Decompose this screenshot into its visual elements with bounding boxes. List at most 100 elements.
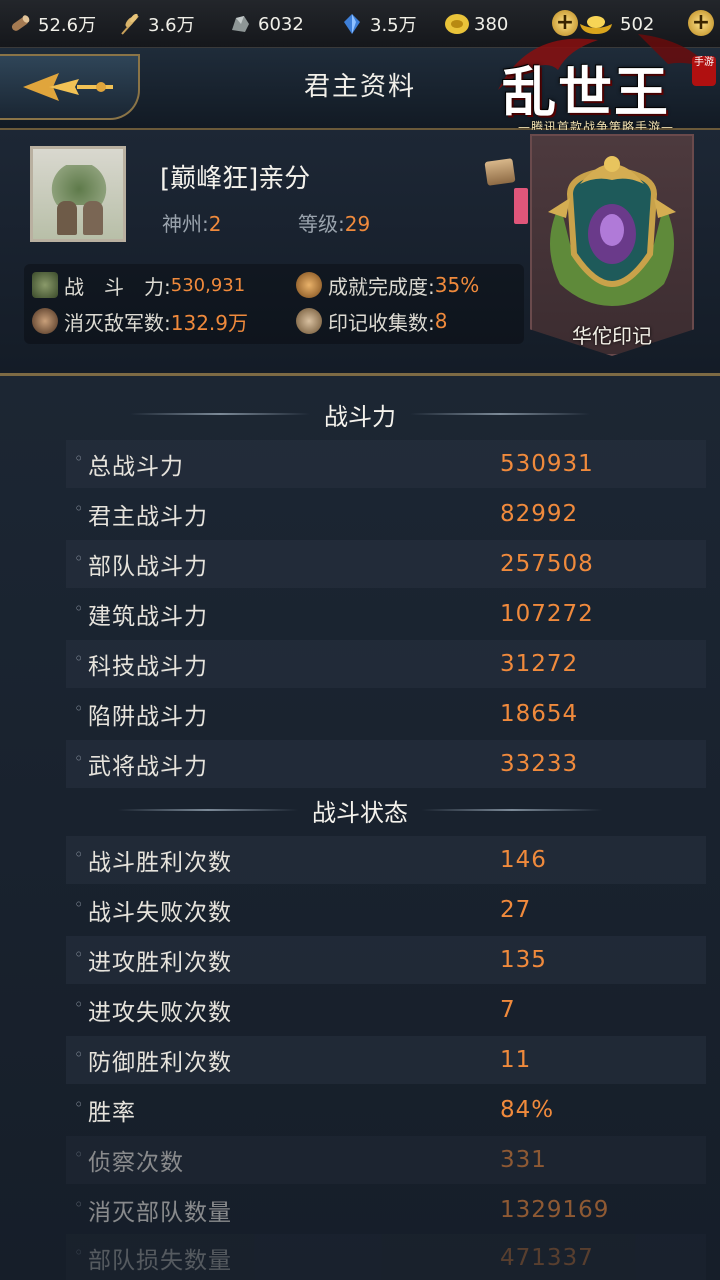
iron-value: 3.5万 <box>370 15 417 36</box>
seal-icon <box>296 308 322 334</box>
table-row: 总战斗力 530931 <box>66 440 706 488</box>
coin-icon <box>444 12 469 36</box>
level-value: 29 <box>344 212 371 236</box>
page-title: 君主资料 <box>303 72 416 102</box>
achievement-icon <box>296 272 322 298</box>
power-title: 战斗力 <box>324 402 396 431</box>
edit-name-icon[interactable] <box>484 158 516 186</box>
wheat-icon <box>118 12 142 36</box>
logo-tag: 手游 <box>692 56 716 86</box>
row-label: 消灭部队数量 <box>74 1193 232 1227</box>
row-label: 侦察次数 <box>74 1143 184 1177</box>
section-title-power: 战斗力 <box>0 384 720 444</box>
back-arrow-icon <box>23 73 113 101</box>
kills-value: 132.9万 <box>170 310 249 335</box>
row-value: 331 <box>500 1147 547 1173</box>
stats-list[interactable]: 战斗力 总战斗力 530931 君主战斗力 82992 部队战斗力 257508 建筑… <box>0 376 720 1280</box>
section-title-battle: 战斗状态 <box>0 780 720 840</box>
combat-power-stat: 战 斗 力: 530,931 <box>32 268 245 302</box>
row-value: 135 <box>500 947 547 973</box>
row-value: 11 <box>500 1047 532 1073</box>
row-label: 战斗失败次数 <box>74 893 232 927</box>
row-label: 部队损失数量 <box>74 1241 232 1275</box>
table-row: 胜率 84% <box>66 1086 706 1134</box>
row-label: 君主战斗力 <box>74 497 208 531</box>
table-row: 战斗胜利次数 146 <box>66 836 706 884</box>
row-value: 471337 <box>500 1245 594 1271</box>
kills-stat: 消灭敌军数: 132.9万 <box>32 304 248 338</box>
row-value: 27 <box>500 897 532 923</box>
region-label: 神州: <box>162 212 209 236</box>
stone-icon <box>228 12 252 36</box>
row-value: 146 <box>500 847 547 873</box>
resource-wood: 52.6万 <box>8 0 96 48</box>
table-row: 战斗失败次数 27 <box>66 886 706 934</box>
table-row: 进攻失败次数 7 <box>66 986 706 1034</box>
level-label: 等级: <box>298 212 345 236</box>
stats-box: 战 斗 力: 530,931 成就完成度: 35% 消灭敌军数: 132.9万 印记收… <box>24 264 524 344</box>
game-logo: 乱世王者 手游 —腾讯首款战争策略手游— <box>488 30 720 203</box>
skull-icon <box>32 308 58 334</box>
table-row: 防御胜利次数 11 <box>66 1036 706 1084</box>
row-value: 84% <box>500 1097 555 1123</box>
resource-iron: 3.5万 <box>340 0 417 48</box>
achieve-value: 35% <box>434 273 480 297</box>
battle-title: 战斗状态 <box>312 798 408 827</box>
avatar[interactable] <box>30 146 126 242</box>
row-label: 部队战斗力 <box>74 547 208 581</box>
table-row: 陷阱战斗力 18654 <box>66 690 706 738</box>
row-label: 建筑战斗力 <box>74 597 208 631</box>
emblem-banner[interactable]: 华佗印记 <box>514 130 694 380</box>
marks-label: 印记收集数: <box>328 310 435 335</box>
table-row: 进攻胜利次数 135 <box>66 936 706 984</box>
region-info: 神州:2 <box>162 208 221 237</box>
row-label: 胜率 <box>74 1093 136 1127</box>
achieve-label: 成就完成度: <box>328 274 435 299</box>
profile-panel: [巅峰狂]亲分 神州:2 等级:29 战 斗 力: 530,931 成就完成度: 3… <box>0 130 720 376</box>
row-label: 总战斗力 <box>74 447 184 481</box>
stone-value: 6032 <box>258 13 304 35</box>
row-value: 1329169 <box>500 1197 610 1223</box>
table-row: 部队损失数量 471337 <box>66 1234 706 1280</box>
marks-stat[interactable]: 印记收集数: 8 <box>296 304 447 338</box>
grain-value: 3.6万 <box>148 15 195 36</box>
row-value: 107272 <box>500 601 594 627</box>
table-row: 部队战斗力 257508 <box>66 540 706 588</box>
emblem-ribbon <box>514 188 528 224</box>
row-value: 18654 <box>500 701 579 727</box>
table-row: 消灭部队数量 1329169 <box>66 1186 706 1234</box>
row-label: 武将战斗力 <box>74 747 208 781</box>
combat-value: 530,931 <box>170 274 246 296</box>
row-label: 科技战斗力 <box>74 647 208 681</box>
emblem-name: 华佗印记 <box>572 324 652 348</box>
row-label: 战斗胜利次数 <box>74 843 232 877</box>
row-label: 陷阱战斗力 <box>74 697 208 731</box>
emblem-crest-icon <box>548 156 676 306</box>
row-value: 31272 <box>500 651 579 677</box>
combat-label: 战 斗 力: <box>64 274 171 299</box>
row-value: 7 <box>500 997 516 1023</box>
marks-value: 8 <box>434 309 448 333</box>
wood-value: 52.6万 <box>38 15 97 36</box>
table-row: 侦察次数 331 <box>66 1136 706 1184</box>
row-label: 防御胜利次数 <box>74 1043 232 1077</box>
region-value: 2 <box>208 212 222 236</box>
resource-grain: 3.6万 <box>118 0 195 48</box>
resource-stone: 6032 <box>228 0 304 48</box>
table-row: 君主战斗力 82992 <box>66 490 706 538</box>
row-value: 82992 <box>500 501 579 527</box>
row-label: 进攻胜利次数 <box>74 943 232 977</box>
wood-icon <box>8 12 32 36</box>
kills-label: 消灭敌军数: <box>64 310 171 335</box>
achievement-stat[interactable]: 成就完成度: 35% <box>296 268 479 302</box>
crossed-swords-icon <box>32 272 58 298</box>
crystal-icon <box>340 12 364 36</box>
row-value: 530931 <box>500 451 594 477</box>
back-button[interactable] <box>0 54 140 120</box>
player-name: [巅峰狂]亲分 <box>160 164 311 194</box>
row-label: 进攻失败次数 <box>74 993 232 1027</box>
level-info: 等级:29 <box>298 208 370 237</box>
table-row: 科技战斗力 31272 <box>66 640 706 688</box>
row-value: 33233 <box>500 751 579 777</box>
table-row: 建筑战斗力 107272 <box>66 590 706 638</box>
